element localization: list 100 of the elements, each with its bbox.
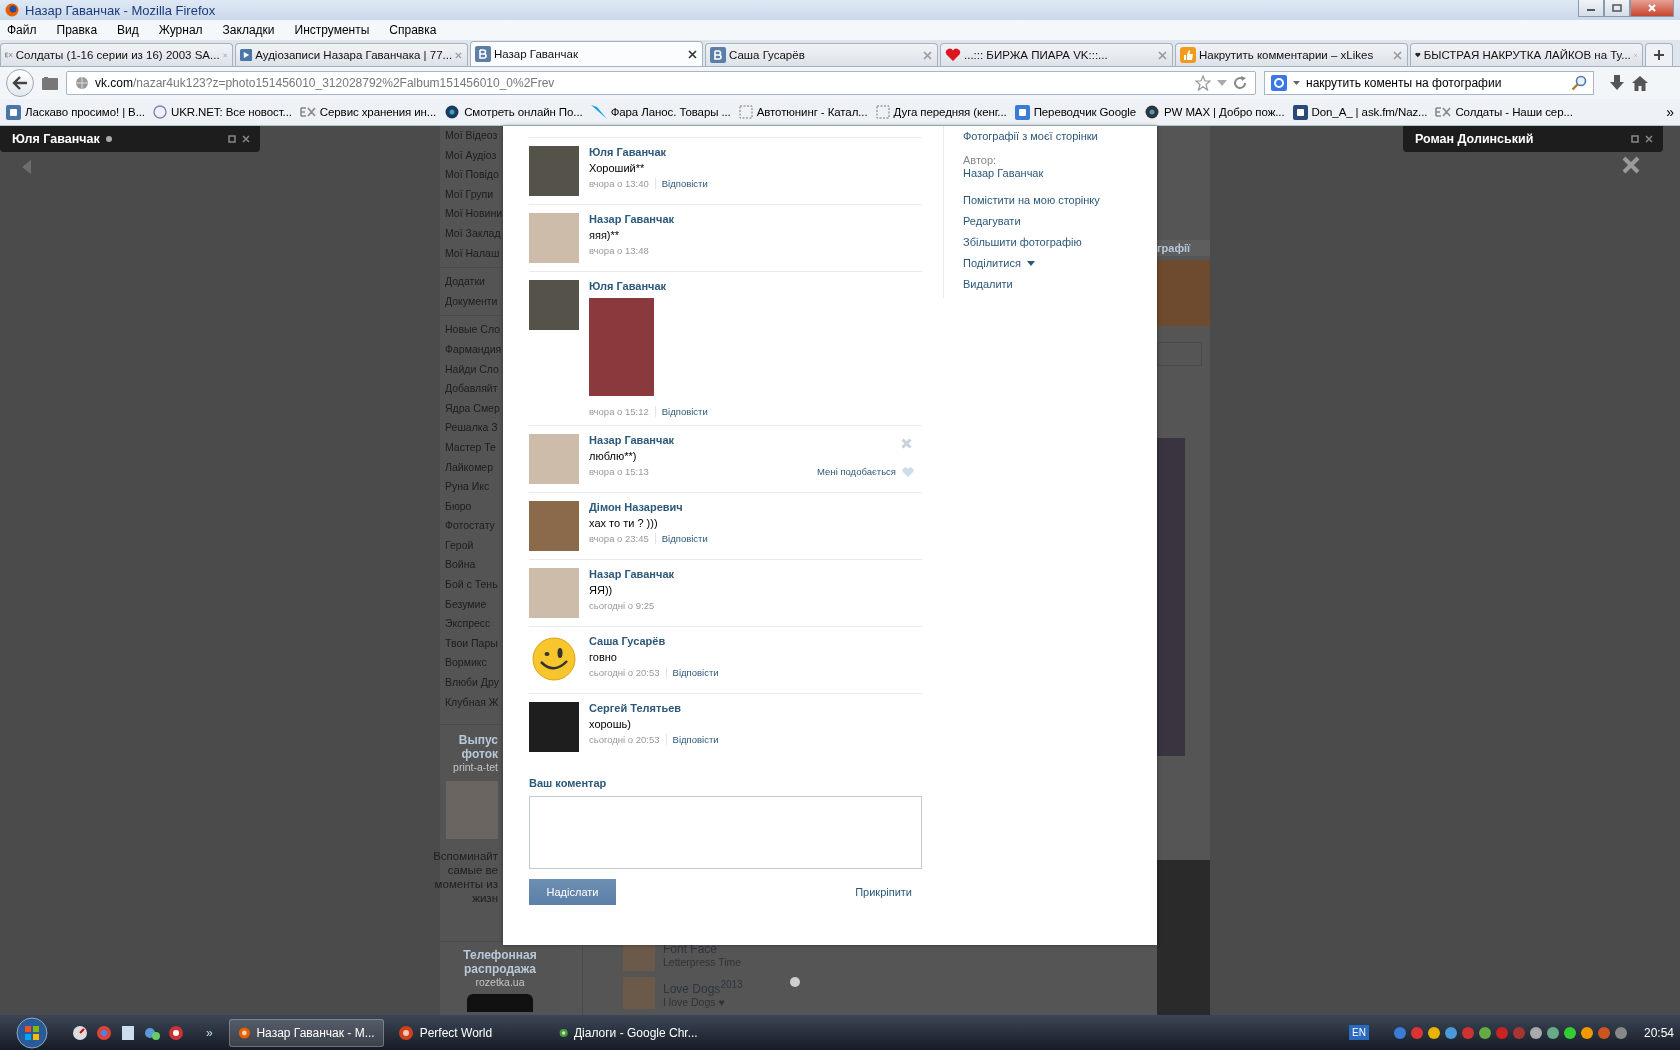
ad-title[interactable]: фоток [461,747,498,762]
browser-tab[interactable]: Аудіозаписи Назара Гаванчака | 77... [235,43,468,66]
expand-icon[interactable] [228,135,236,143]
more-chevron[interactable]: » [206,1025,213,1040]
back-button[interactable] [6,69,34,97]
photo-action-link[interactable]: Помістити на мою сторінку [963,193,1153,208]
browser-icon[interactable] [96,1024,112,1041]
bookmark-item[interactable]: PW MAX | Добро пож... [1143,105,1285,119]
author-link[interactable]: Назар Гаванчак [589,434,914,446]
maximize-button[interactable] [1604,0,1630,17]
new-tab-button[interactable] [1645,43,1673,66]
browser-tab[interactable]: ...::: БИРЖА ПИАРА VK:::... [940,43,1173,66]
bookmark-item[interactable]: Переводчик Google [1014,104,1136,120]
globe-icon [75,76,89,90]
photo-action-link[interactable]: Редагувати [963,214,1153,229]
author-link[interactable]: Назар Гаванчак [589,568,914,580]
bookmark-item[interactable]: UKR.NET: Все новост... [152,105,292,119]
menu-item[interactable]: Журнал [158,23,203,37]
bookmark-item[interactable]: Дуга передняя (кенг... [875,105,1007,119]
author-link[interactable]: Саша Гусарёв [589,635,914,647]
tray-icon[interactable] [1426,1025,1441,1040]
author-link[interactable]: Сергей Телятьев [589,702,914,714]
tray-icon[interactable] [1409,1025,1424,1040]
tray-icon[interactable] [1613,1025,1628,1040]
close-tab-icon[interactable] [688,49,697,59]
expand-icon[interactable] [1631,135,1639,143]
reload-icon[interactable] [1233,76,1247,90]
menu-item[interactable]: Правка [56,23,98,37]
reply-link[interactable]: Відповісти [661,178,708,189]
bookmark-item[interactable]: Don_A_ | ask.fm/Naz... [1292,104,1428,120]
taskbar-button[interactable]: Назар Гаванчак - М... [228,1018,384,1047]
close-icon[interactable] [1622,156,1640,174]
start-button[interactable] [16,1016,48,1049]
search-icon[interactable] [1571,75,1587,91]
photo-action-link[interactable]: Поділитися [963,256,1153,271]
more-bookmarks-chevron[interactable]: » [1666,104,1674,120]
send-button[interactable]: Надіслати [529,879,616,905]
ad-title[interactable]: распродажа [463,962,536,977]
star-icon[interactable] [1195,75,1211,91]
download-icon[interactable] [1610,75,1624,91]
reply-link[interactable]: Відповісти [672,734,719,745]
dropdown-icon[interactable] [1293,81,1300,85]
bookmark-item[interactable]: Смотреть онлайн По... [444,105,583,119]
bookmark-item[interactable]: Сервис хранения ин... [299,106,437,118]
close-button[interactable] [1630,0,1674,17]
reply-link[interactable]: Відповісти [661,406,708,417]
tray-icon[interactable] [1545,1025,1560,1040]
browser-tab[interactable]: Саша Гусарёв [705,43,938,66]
record-icon[interactable] [168,1024,184,1041]
grid-icon[interactable] [42,76,58,90]
ad-title[interactable]: Выпус [458,733,498,748]
gauge-icon[interactable] [72,1024,88,1041]
taskbar-button[interactable]: Діалоги - Google Chr... [550,1018,706,1047]
browser-tab[interactable]: Накрутить комментарии – xLikes [1175,43,1408,66]
document-icon[interactable] [120,1024,136,1041]
comment-field[interactable] [529,796,922,869]
chat-tab[interactable]: Юля Гаванчак [0,126,260,152]
author-link[interactable]: Назар Гаванчак [589,213,914,225]
chat-tab[interactable]: Роман Долинський [1403,126,1663,152]
photo-action-link[interactable]: Збільшити фотографію [963,235,1153,250]
play-icon [240,47,253,63]
author-link[interactable]: Дімон Назаревич [589,501,914,513]
attach-link[interactable]: Прикріпити [855,886,912,898]
minimize-button[interactable] [1578,0,1604,17]
browser-tab[interactable]: Назар Гаванчак [470,41,703,66]
bookmark-item[interactable]: Фара Ланос. Товары ... [590,105,731,119]
taskbar-button[interactable]: Perfect World [389,1018,545,1047]
menu-item[interactable]: Закладки [222,23,275,37]
tray-icon[interactable] [1477,1025,1492,1040]
menu-item[interactable]: Справка [389,23,437,37]
reply-link[interactable]: Відповісти [672,667,719,678]
menu-item[interactable]: Файл [7,23,37,37]
bookmark-item[interactable]: Автотюнинг - Катал... [738,105,868,119]
tray-icon[interactable] [1528,1025,1543,1040]
language-indicator[interactable]: EN [1349,1025,1369,1040]
browser-tab[interactable]: БЫСТРАЯ НАКРУТКА ЛАЙКОВ на Ту... [1410,43,1643,66]
tray-icon[interactable] [1596,1025,1611,1040]
search-field[interactable]: накрутить коменты на фотографии [1264,71,1594,95]
browser-tab[interactable]: Солдаты (1-16 серии из 16) 2003 SA... [0,43,233,66]
tray-icon[interactable] [1392,1025,1407,1040]
album-link[interactable]: Фотографії з моєї сторінки [963,129,1153,144]
like-link[interactable]: Мені подобається [817,466,896,477]
bookmark-item[interactable]: Ласкаво просимо! | В... [6,104,145,120]
menu-item[interactable]: Вид [117,23,139,37]
author-link[interactable]: Юля Гаванчак [589,280,914,292]
tray-icon[interactable] [1443,1025,1458,1040]
tray-icon[interactable] [1562,1025,1577,1040]
bookmark-item[interactable]: Солдаты - Наши сер... [1435,106,1573,118]
author-label: Автор: [963,154,998,166]
close-icon[interactable] [1645,135,1653,143]
author-link[interactable]: Юля Гаванчак [589,146,914,158]
tray-icon[interactable] [1579,1025,1594,1040]
close-icon[interactable] [242,135,250,143]
reply-link[interactable]: Відповісти [661,533,708,544]
home-icon[interactable] [1632,75,1648,91]
author-link[interactable]: Назар Гаванчак [963,166,1153,181]
menu-item[interactable]: Инструменты [294,23,370,37]
address-bar[interactable]: vk.com/nazar4uk123?z=photo151456010_312028792%2Falbum151456010_0%2Frev [66,71,1256,95]
ad-title[interactable]: Телефонная [463,948,537,963]
photo-action-link[interactable]: Видалити [963,277,1153,292]
